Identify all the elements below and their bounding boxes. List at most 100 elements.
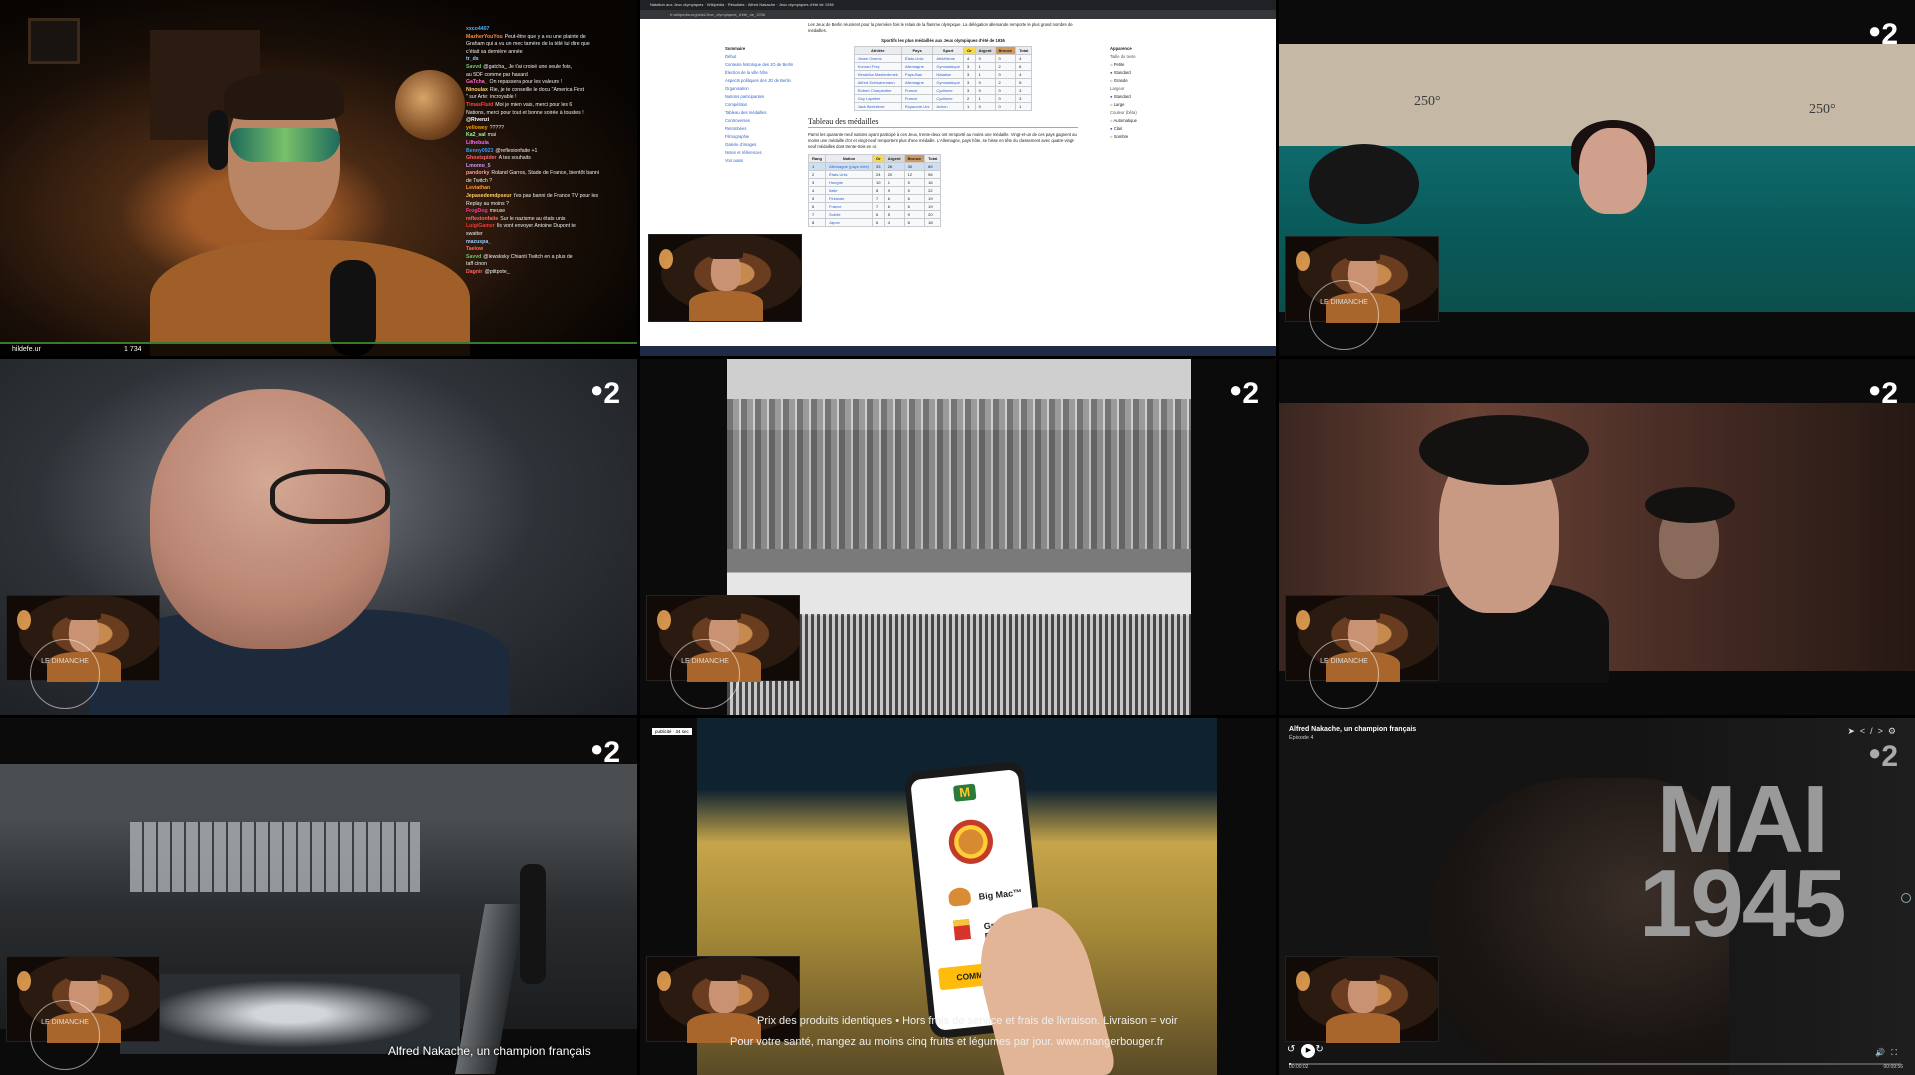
chat-username[interactable]: yellowey [466,125,488,131]
chat-username[interactable]: Savvd [466,254,481,260]
chat-message: taff cinon [466,261,636,269]
table-cell: 7 [872,194,885,203]
table-cell: 30 [903,162,926,171]
toc-item[interactable]: Début [725,53,795,61]
tv-tile-interview: ●2 LE DIMANCHE [0,359,637,715]
toc-item[interactable]: Élection de la ville hôte [725,69,795,77]
forward-icon[interactable]: ↻ [1315,1044,1329,1055]
appearance-radio[interactable]: Automatique [1110,117,1180,125]
table-row: 1 Allemagne (pays hôte) 33 26 30 89 [808,162,942,171]
fullscreen-icon[interactable]: ⛶ [1891,1048,1903,1057]
player-title: Alfred Nakache, un champion français [1289,726,1417,733]
chat-username[interactable]: FrogDog [466,208,488,214]
chat-username[interactable]: Savvd [466,64,481,70]
time-current: 00:00:02 [1289,1064,1309,1070]
toc-item[interactable]: Nations participantes [725,93,795,101]
embed-icon[interactable]: </> [1860,726,1888,736]
appearance-radio[interactable]: Standard [1110,69,1180,77]
chat-username[interactable]: Lmomo_5 [466,163,491,169]
toc-item[interactable]: Aspects politiques des JO de Berlin [725,77,795,85]
table-cell: 8 [808,218,826,227]
chat-username[interactable]: GaTcha_ [466,79,488,85]
chat-username[interactable]: Lilhebula [466,140,489,146]
burger-icon [947,886,972,907]
chat-username[interactable]: Dagnir [466,269,482,275]
appearance-radio[interactable]: Grande [1110,77,1180,85]
chat-username[interactable]: tr_ds [466,56,479,62]
pool-marking: 250° [1809,102,1836,117]
streamer-hair [224,72,344,120]
chat-username[interactable]: mazuspa_ [466,239,491,245]
toc-item[interactable]: Compétition [725,101,795,109]
progress-bar[interactable] [1289,1063,1901,1065]
toc-item[interactable]: Contexte historique des JO de Berlin [725,61,795,69]
settings-icon[interactable]: ⚙ [1888,726,1901,736]
table-cell: Hendrika Mastenbroek [853,70,902,79]
chat-message: Benny0923 @reflexionfaite +1 [466,148,636,156]
chat-text: A tes souhaits [498,155,531,162]
share-icon[interactable]: ➤ [1847,726,1860,736]
table-row: Hendrika Mastenbroek Pays-Bas Natation 3 1 0 4 [853,70,1033,79]
webcam-overlay [646,956,800,1043]
player-controls: ↺ ▶ ↻ [1287,1044,1330,1058]
table-cell: 8 [903,218,926,227]
chat-username[interactable]: pandorky [466,170,489,176]
le-dimanche-badge: LE DIMANCHE [1309,280,1379,350]
lamp [17,610,31,630]
chat-message: LuigiGamer Ils vont envoyer Antoine Dupon… [466,223,636,231]
info-icon[interactable] [1901,893,1911,903]
table-cell: 4 [962,54,976,63]
table-cell: 5 [903,186,926,195]
table-cell: Japon [824,218,874,227]
chat-username[interactable]: reflexionfaite [466,216,498,222]
toc-item[interactable]: Organisation [725,85,795,93]
table-cell: Allemagne [900,78,934,87]
chat-text: Replay au moins ? [466,200,509,207]
appearance-radio[interactable]: Sombre [1110,133,1180,141]
appearance-radio[interactable]: Petite [1110,61,1180,69]
address-bar[interactable]: fr.wikipedia.org/wiki/Jeux_olympiques_d'… [640,10,1276,19]
appearance-radio[interactable]: Clair [1110,125,1180,133]
table-cell: 0 [994,54,1017,63]
appearance-group-label: Couleur (bêta) [1110,110,1137,115]
chat-text: Graham qui a vu un mec tamère de la télé… [466,41,590,48]
table-cell: 0 [974,54,996,63]
toc-title: Sommaire [725,46,746,51]
toc-item[interactable]: Filmographie [725,133,795,141]
table-header: Athlète [853,46,902,55]
chat-username[interactable]: xxco4407 [466,26,489,32]
athletes-table-title: Sportifs les plus médaillés aux Jeux oly… [881,38,1005,43]
appearance-radio[interactable]: Large [1110,101,1180,109]
table-row: 5 Finlande 7 6 6 19 [808,194,942,203]
chat-username[interactable]: Benny0923 [466,148,493,154]
table-cell: 0 [994,86,1017,95]
chat-username[interactable]: Taelow [466,246,483,252]
toc-item[interactable]: Retombées [725,125,795,133]
chat-text: On repassera pour les valeurs ! [489,79,562,86]
chat-username[interactable]: TimasFluid [466,102,493,108]
toc-item[interactable]: Tableau des médailles [725,109,795,117]
table-cell: Pays-Bas [900,70,934,79]
chat-username[interactable]: LuigiGamer [466,223,495,229]
chat-username[interactable]: Leviathan [466,185,490,191]
table-cell: Aviron [932,102,964,111]
chat-text: meuse [489,208,506,215]
browser-tabs[interactable]: Natation aux Jeux olympiques · Wikipédia… [640,0,1276,10]
toc-item[interactable]: Galerie d'images [725,141,795,149]
volume-icon[interactable]: 🔊 [1875,1048,1891,1057]
toc-item[interactable]: Voir aussi [725,157,795,165]
chat-username[interactable]: Ninoulax [466,87,488,93]
toc-item[interactable]: Controverses [725,117,795,125]
chat-username[interactable]: Ghostspider [466,155,497,161]
table-cell: 6 [1015,62,1033,71]
play-button[interactable]: ▶ [1301,1044,1316,1058]
chat-username[interactable]: MazherYouYou [466,34,503,40]
table-cell: 5 [1015,78,1033,87]
rewind-icon[interactable]: ↺ [1287,1044,1301,1055]
chat-username[interactable]: @Rivenzi [466,117,489,123]
appearance-radio[interactable]: Standard [1110,93,1180,101]
chat-username[interactable]: Ka2_sal [466,132,486,138]
toc-item[interactable]: Notes et références [725,149,795,157]
windows-taskbar[interactable] [640,346,1276,356]
chat-username[interactable]: Jepasedemdpseur [466,193,512,199]
